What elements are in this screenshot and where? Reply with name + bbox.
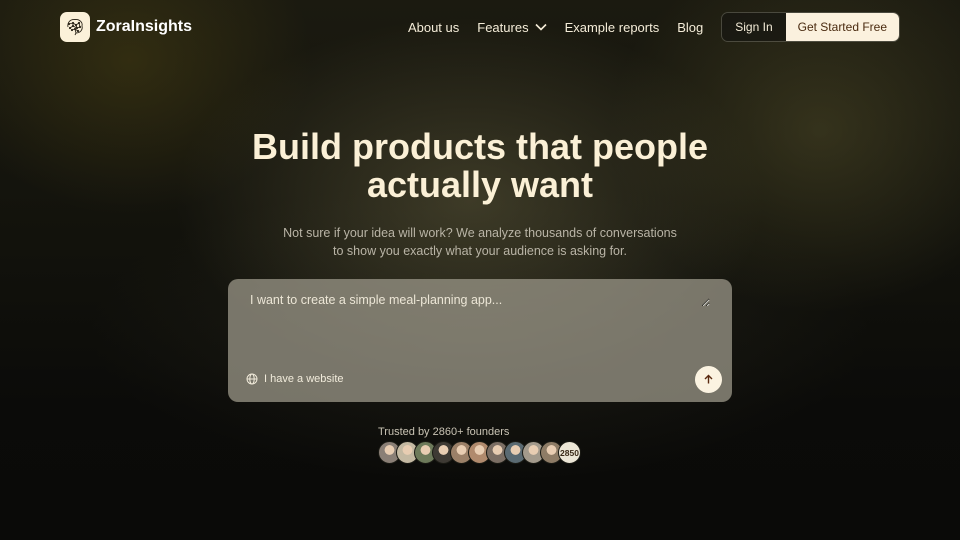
- nav-link-example-reports[interactable]: Example reports: [565, 20, 660, 35]
- submit-button[interactable]: [695, 366, 722, 393]
- hero-subtitle-line2: to show you exactly what your audience i…: [333, 244, 627, 258]
- idea-input[interactable]: [250, 293, 710, 307]
- hero-title-line2: actually want: [366, 164, 594, 205]
- website-toggle-label: I have a website: [264, 373, 344, 385]
- chevron-down-icon: [535, 23, 547, 31]
- nav-menu: About us Features Example reports Blog S…: [408, 12, 900, 42]
- founder-avatars: 2850: [378, 441, 581, 464]
- nav-link-features-label: Features: [477, 19, 529, 35]
- top-navigation: ZoraInsights About us Features Example r…: [60, 12, 900, 42]
- hero-subtitle-line1: Not sure if your idea will work? We anal…: [283, 226, 677, 240]
- idea-prompt-box: I have a website: [228, 279, 732, 402]
- get-started-button[interactable]: Get Started Free: [785, 13, 899, 41]
- hero-title-line1: Build products that people: [252, 126, 708, 167]
- nav-link-features[interactable]: Features: [477, 19, 547, 35]
- nav-link-blog[interactable]: Blog: [677, 20, 703, 35]
- brain-network-icon: [60, 12, 90, 42]
- globe-icon: [246, 373, 258, 385]
- website-toggle[interactable]: I have a website: [246, 373, 344, 385]
- brand[interactable]: ZoraInsights: [60, 12, 192, 42]
- auth-buttons: Sign In Get Started Free: [721, 12, 900, 42]
- nav-link-about[interactable]: About us: [408, 20, 459, 35]
- hero-subtitle: Not sure if your idea will work? We anal…: [0, 224, 960, 260]
- arrow-up-icon: [704, 374, 713, 384]
- trusted-by-text: Trusted by 2860+ founders: [378, 426, 510, 438]
- sign-in-button[interactable]: Sign In: [722, 13, 786, 41]
- brand-name: ZoraInsights: [96, 18, 193, 35]
- hero-title: Build products that people actually want: [0, 128, 960, 204]
- avatar-count-badge: 2850: [558, 441, 581, 464]
